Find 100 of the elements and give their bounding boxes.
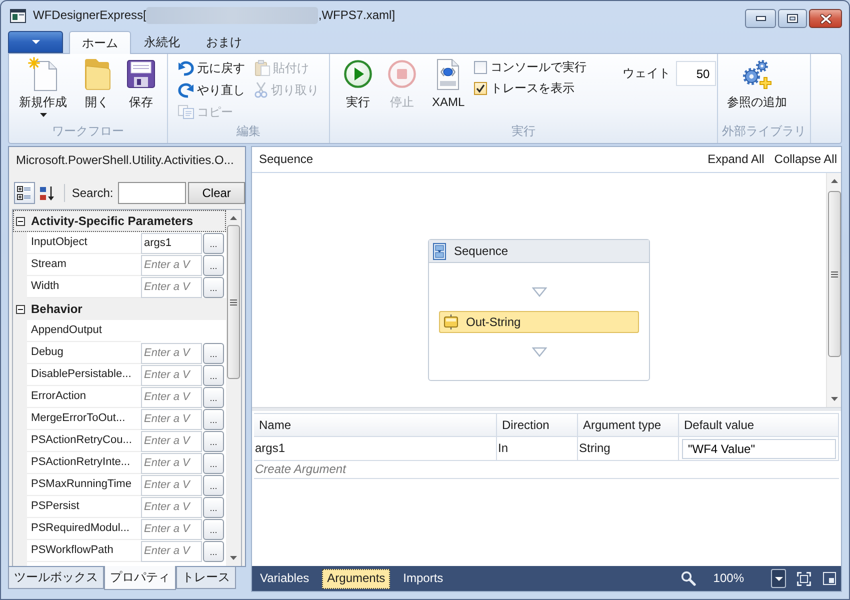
category-header[interactable]: Behavior <box>13 298 226 320</box>
ellipsis-button[interactable]: ... <box>203 254 224 276</box>
group-label: 編集 <box>236 124 262 140</box>
scrollbar-thumb[interactable] <box>828 191 840 357</box>
activity-block[interactable]: Out-String <box>439 311 639 333</box>
run-button[interactable]: 実行 <box>340 57 376 110</box>
new-button[interactable]: 新規作成 <box>15 57 71 117</box>
property-value-field[interactable]: Enter a V <box>141 518 202 540</box>
zoom-dropdown-button[interactable] <box>771 569 786 588</box>
search-label: Search: <box>72 186 114 200</box>
open-button[interactable]: 開く <box>79 57 115 110</box>
add-reference-button[interactable]: 参照の追加 <box>723 57 791 110</box>
column-header[interactable]: Argument type <box>578 413 679 437</box>
scissors-icon <box>254 82 268 98</box>
category-header[interactable]: Activity-Specific Parameters <box>13 210 226 232</box>
gears-plus-icon <box>742 60 772 88</box>
close-button[interactable] <box>809 9 842 28</box>
scroll-down-icon[interactable] <box>230 556 237 560</box>
scrollbar-thumb[interactable] <box>227 225 240 379</box>
table-cell: args1 <box>254 437 497 461</box>
property-value-field[interactable]: Enter a V <box>141 496 202 518</box>
ellipsis-button[interactable]: ... <box>203 232 224 254</box>
ellipsis-button[interactable]: ... <box>203 276 224 298</box>
xaml-button[interactable]: XAML <box>428 57 469 110</box>
group-label: ワークフロー <box>51 124 125 140</box>
search-field[interactable] <box>118 182 186 204</box>
scroll-up-icon[interactable] <box>830 179 838 183</box>
panel-tab[interactable]: プロパティ <box>104 566 176 590</box>
ellipsis-button[interactable]: ... <box>203 430 224 452</box>
checkbox[interactable] <box>474 82 487 95</box>
maximize-icon <box>787 14 798 23</box>
panel-tab[interactable]: トレース <box>176 567 236 589</box>
close-icon <box>820 14 832 24</box>
scroll-down-icon[interactable] <box>830 397 838 401</box>
sequence-title: Sequence <box>454 244 508 258</box>
property-value-field[interactable]: Enter a V <box>141 452 202 474</box>
property-value-field[interactable]: Enter a V <box>141 342 202 364</box>
create-argument-row[interactable]: Create Argument <box>254 461 839 479</box>
column-header[interactable]: Name <box>254 413 497 437</box>
ellipsis-button[interactable]: ... <box>203 474 224 496</box>
wait-label: ウェイト <box>622 66 671 81</box>
column-header[interactable]: Direction <box>497 413 578 437</box>
wait-field[interactable]: 50 <box>676 61 716 86</box>
checkmark-icon <box>476 84 485 93</box>
property-value-field[interactable]: Enter a V <box>141 276 202 298</box>
checkbox-label[interactable]: トレースを表示 <box>490 81 575 96</box>
activity-icon <box>444 314 458 330</box>
expand-all-link[interactable]: Expand All <box>708 152 764 167</box>
search-icon[interactable] <box>681 571 696 586</box>
property-value-field[interactable]: Enter a V <box>141 254 202 276</box>
ellipsis-button[interactable]: ... <box>203 342 224 364</box>
sequence-container[interactable]: Sequence Out-String <box>428 239 650 381</box>
undo-button[interactable]: 元に戻す <box>176 57 247 79</box>
panel-title: Microsoft.PowerShell.Utility.Activities.O... <box>15 152 235 169</box>
ellipsis-button[interactable]: ... <box>203 386 224 408</box>
scroll-up-icon[interactable] <box>230 216 237 220</box>
table-cell: String <box>578 437 679 461</box>
checkbox-label[interactable]: コンソールで実行 <box>490 60 587 75</box>
designer-tab[interactable]: Arguments <box>322 568 390 588</box>
redo-button[interactable]: やり直し <box>176 79 247 101</box>
ribbon-tab[interactable]: ホーム <box>69 31 131 54</box>
designer-tab[interactable]: Imports <box>398 568 448 588</box>
default-value-field[interactable]: "WF4 Value" <box>682 438 836 458</box>
minus-box-icon[interactable] <box>16 216 25 226</box>
property-value-field[interactable]: Enter a V <box>141 474 202 496</box>
categorized-view-button[interactable] <box>14 182 35 204</box>
group-label: 実行 <box>510 124 536 140</box>
table-cell: In <box>497 437 578 461</box>
copy-icon <box>178 105 194 119</box>
checkbox[interactable] <box>474 61 487 74</box>
collapse-all-link[interactable]: Collapse All <box>774 152 837 167</box>
ellipsis-button[interactable]: ... <box>203 518 224 540</box>
fit-screen-icon[interactable] <box>797 572 811 586</box>
ribbon-tab[interactable]: おまけ <box>193 31 255 53</box>
minus-box-icon[interactable] <box>16 304 25 314</box>
property-value-field[interactable]: Enter a V <box>141 430 202 452</box>
ribbon-tab[interactable]: 永続化 <box>131 31 193 53</box>
app-menu-button[interactable] <box>8 31 63 53</box>
save-button[interactable]: 保存 <box>123 57 159 110</box>
ellipsis-button[interactable]: ... <box>203 496 224 518</box>
ellipsis-button[interactable]: ... <box>203 408 224 430</box>
drop-target-icon <box>532 347 546 357</box>
clear-button[interactable]: Clear <box>188 182 245 204</box>
maximize-button[interactable] <box>778 9 807 28</box>
ellipsis-button[interactable]: ... <box>203 540 224 562</box>
document-icon <box>436 58 460 90</box>
ellipsis-button[interactable]: ... <box>203 364 224 386</box>
column-header[interactable]: Default value <box>679 413 839 437</box>
overview-icon[interactable] <box>823 572 836 585</box>
ellipsis-button[interactable]: ... <box>203 452 224 474</box>
property-value-field[interactable]: args1 <box>141 232 202 254</box>
breadcrumb-link[interactable]: Sequence <box>259 152 314 167</box>
drop-target-icon <box>532 287 546 297</box>
minimize-button[interactable] <box>745 9 776 28</box>
property-value-field[interactable]: Enter a V <box>141 364 202 386</box>
designer-tab[interactable]: Variables <box>255 568 314 588</box>
property-value-field[interactable]: Enter a V <box>141 540 202 562</box>
property-value-field[interactable]: Enter a V <box>141 386 202 408</box>
panel-tab[interactable]: ツールボックス <box>8 567 104 589</box>
property-value-field[interactable]: Enter a V <box>141 408 202 430</box>
